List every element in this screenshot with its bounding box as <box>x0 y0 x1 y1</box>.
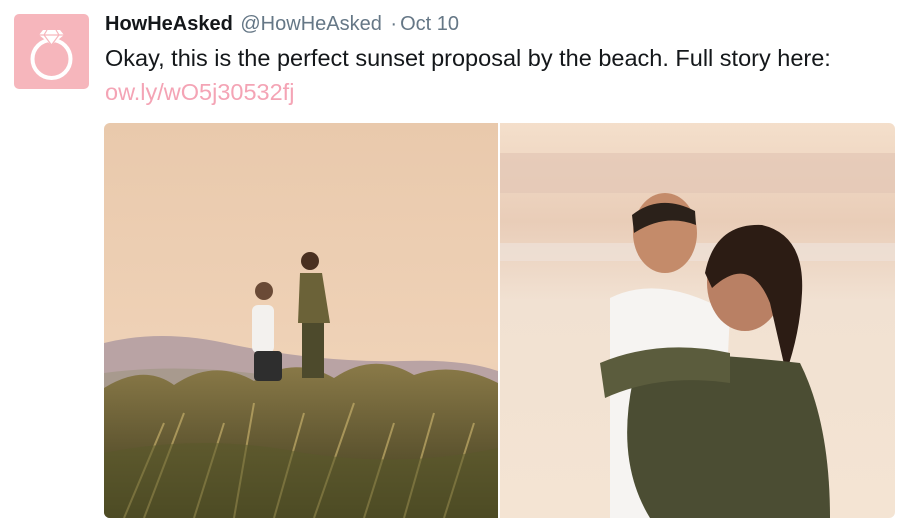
separator-dot: · <box>390 13 398 35</box>
author-name[interactable]: HowHeAsked <box>105 13 233 35</box>
hug-photo-icon <box>500 123 895 518</box>
author-handle[interactable]: @HowHeAsked <box>240 13 381 35</box>
tweet: HowHeAsked @HowHeAsked · Oct 10 Okay, thi… <box>0 0 911 528</box>
tweet-link[interactable]: ow.ly/wO5j30532fj <box>105 76 294 108</box>
diamond-ring-icon <box>30 29 73 80</box>
proposal-photo-icon <box>104 123 498 518</box>
photo-couple-hugging-on-beach[interactable] <box>500 123 895 518</box>
tweet-date[interactable]: Oct 10 <box>400 13 459 35</box>
tweet-header: HowHeAsked @HowHeAsked · Oct 10 <box>105 11 459 37</box>
avatar[interactable] <box>14 14 89 89</box>
photo-proposal-in-dunes[interactable] <box>104 123 498 518</box>
tweet-text: Okay, this is the perfect sunset proposa… <box>105 45 831 71</box>
media-grid <box>104 123 895 518</box>
